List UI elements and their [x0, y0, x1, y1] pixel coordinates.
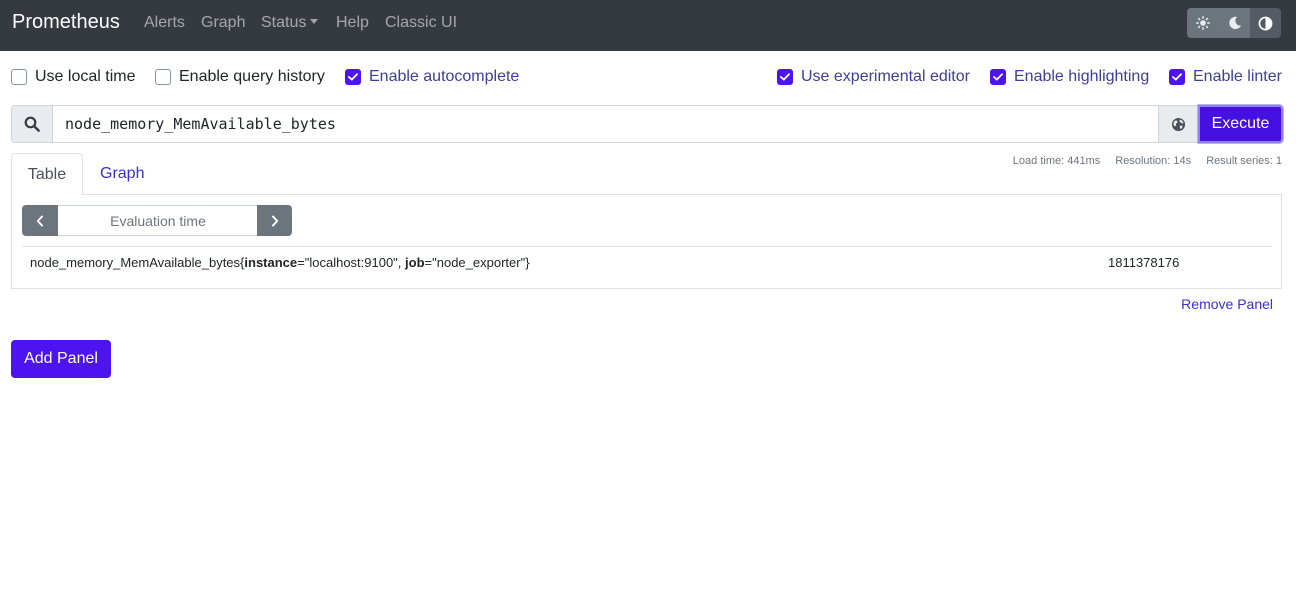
option-enable-highlighting[interactable]: Enable highlighting: [990, 67, 1149, 86]
query-stats: Load time: 441ms Resolution: 14s Result …: [1001, 155, 1282, 168]
theme-toggle-group: [1187, 8, 1281, 38]
label-value-instance: ="localhost:9100",: [297, 255, 406, 270]
tab-table[interactable]: Table: [11, 153, 83, 195]
chevron-right-icon: [271, 215, 278, 226]
evaluation-time-input[interactable]: Evaluation time: [58, 205, 258, 236]
search-icon: [24, 116, 40, 132]
option-use-experimental-editor[interactable]: Use experimental editor: [777, 67, 970, 86]
nav-status-label: Status: [261, 14, 307, 31]
execute-button[interactable]: Execute: [1198, 105, 1283, 143]
contrast-icon: [1258, 16, 1273, 30]
sun-icon: [1196, 16, 1210, 30]
load-time-stat: Load time: 441ms: [1012, 155, 1101, 167]
checkbox-use-local-time[interactable]: [11, 68, 27, 85]
checkbox-enable-highlighting[interactable]: [990, 68, 1006, 85]
checkmark-icon: [1172, 72, 1182, 80]
theme-dark-button[interactable]: [1219, 8, 1250, 38]
moon-icon: [1228, 16, 1241, 30]
caret-down-icon: [310, 18, 319, 24]
resolution-stat: Resolution: 14s: [1115, 155, 1192, 167]
eval-time-forward-button[interactable]: [257, 205, 292, 236]
checkbox-enable-query-history[interactable]: [155, 68, 171, 85]
option-enable-query-history[interactable]: Enable query history: [155, 67, 325, 86]
label-key-job: job: [405, 255, 425, 270]
nav-alerts[interactable]: Alerts: [144, 13, 185, 32]
brand-logo-text[interactable]: Prometheus: [12, 10, 120, 34]
option-label: Use local time: [35, 68, 136, 85]
option-use-local-time[interactable]: Use local time: [11, 67, 135, 86]
checkbox-enable-autocomplete[interactable]: [345, 68, 361, 85]
option-label: Enable query history: [179, 68, 325, 85]
eval-time-back-button[interactable]: [22, 205, 58, 236]
series-label: node_memory_MemAvailable_bytes{instance=…: [30, 255, 530, 270]
theme-light-button[interactable]: [1187, 8, 1219, 38]
remove-panel-link[interactable]: Remove Panel: [1181, 296, 1273, 312]
nav-status-dropdown[interactable]: Status: [261, 13, 319, 32]
chevron-left-icon: [36, 215, 43, 226]
search-addon: [11, 105, 53, 143]
globe-icon: [1171, 117, 1185, 131]
metrics-explorer-button[interactable]: [1158, 105, 1198, 143]
tab-graph[interactable]: Graph: [100, 164, 144, 183]
evaluation-time-group: Evaluation time: [22, 205, 292, 236]
table-divider: [22, 246, 1272, 247]
top-navbar: Prometheus Alerts Graph Status Help Clas…: [0, 0, 1296, 51]
option-label: Use experimental editor: [801, 68, 970, 85]
add-panel-button[interactable]: Add Panel: [11, 340, 111, 378]
metric-name: node_memory_MemAvailable_bytes: [30, 255, 241, 270]
series-value: 1811378176: [1108, 255, 1180, 270]
option-enable-linter[interactable]: Enable linter: [1169, 67, 1282, 86]
query-expression-input[interactable]: node_memory_MemAvailable_bytes: [52, 105, 1159, 143]
checkmark-icon: [348, 72, 358, 80]
query-bar: node_memory_MemAvailable_bytes Execute: [11, 105, 1283, 143]
label-key-instance: instance: [244, 255, 298, 270]
checkmark-icon: [993, 72, 1003, 80]
result-series-stat: Result series: 1: [1206, 155, 1282, 167]
nav-classic-ui[interactable]: Classic UI: [385, 13, 457, 32]
theme-auto-button[interactable]: [1250, 8, 1281, 38]
option-label: Enable highlighting: [1014, 68, 1150, 85]
nav-help[interactable]: Help: [336, 13, 369, 32]
checkbox-use-experimental-editor[interactable]: [777, 68, 793, 85]
nav-graph[interactable]: Graph: [201, 13, 245, 32]
option-label: Enable linter: [1193, 68, 1282, 85]
label-value-job: ="node_exporter": [424, 255, 526, 270]
option-label: Enable autocomplete: [369, 68, 520, 85]
checkbox-enable-linter[interactable]: [1169, 68, 1185, 85]
checkmark-icon: [780, 72, 790, 80]
label-close-brace: }: [525, 255, 530, 270]
option-enable-autocomplete[interactable]: Enable autocomplete: [345, 67, 519, 86]
